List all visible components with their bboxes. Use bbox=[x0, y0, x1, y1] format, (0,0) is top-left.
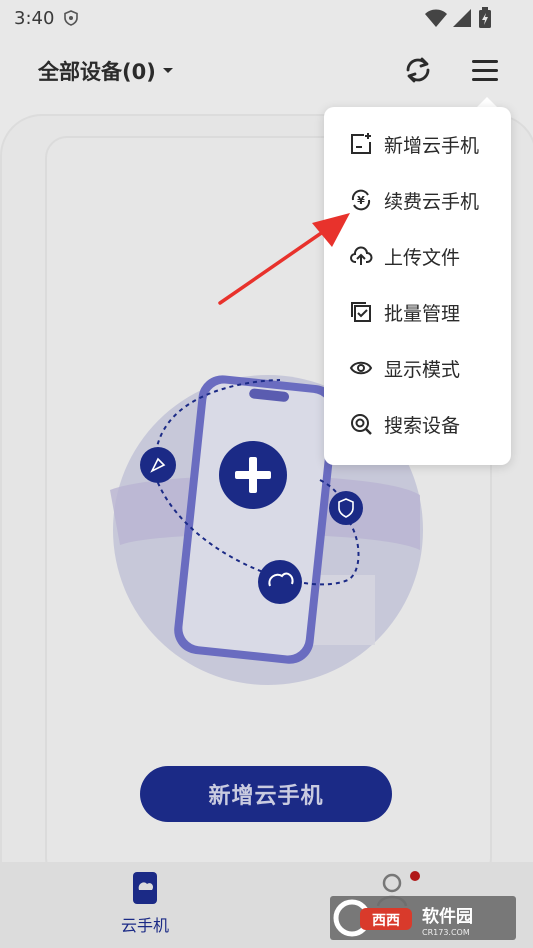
wifi-icon bbox=[425, 9, 447, 27]
caret-down-icon bbox=[162, 68, 173, 73]
signal-icon bbox=[453, 9, 471, 27]
eye-icon bbox=[348, 355, 374, 381]
battery-icon bbox=[479, 7, 491, 28]
refresh-icon[interactable] bbox=[402, 54, 434, 86]
menu-item-add-cloud-phone[interactable]: 新增云手机 bbox=[348, 126, 479, 162]
watermark-logo: 西西 软件园 CR173.COM bbox=[330, 896, 516, 940]
menu-item-upload-file[interactable]: 上传文件 bbox=[348, 238, 460, 274]
menu-item-batch-manage[interactable]: 批量管理 bbox=[348, 294, 460, 330]
annotation-arrow bbox=[218, 213, 350, 305]
nav-item-cloud-phone[interactable]: 云手机 bbox=[112, 870, 178, 936]
menu-item-search-device[interactable]: 搜索设备 bbox=[348, 406, 460, 442]
status-bar: 3:40 bbox=[0, 0, 533, 36]
notification-dot bbox=[410, 871, 420, 881]
add-cloud-phone-button[interactable]: 新增云手机 bbox=[140, 766, 392, 822]
shield-icon bbox=[64, 10, 78, 26]
nav-label-cloud-phone: 云手机 bbox=[120, 916, 169, 935]
page-title: 全部设备(0) bbox=[38, 60, 156, 84]
svg-text:CR173.COM: CR173.COM bbox=[422, 928, 470, 937]
device-filter-dropdown[interactable]: 全部设备(0) bbox=[38, 56, 174, 86]
svg-text:西西: 西西 bbox=[372, 913, 400, 929]
add-device-icon bbox=[348, 131, 374, 157]
hamburger-menu-icon[interactable] bbox=[470, 57, 500, 83]
status-time: 3:40 bbox=[14, 8, 55, 29]
cloud-phone-icon bbox=[133, 872, 157, 904]
menu-item-display-mode[interactable]: 显示模式 bbox=[348, 350, 460, 386]
svg-text:软件园: 软件园 bbox=[422, 906, 473, 927]
menu-item-renew-cloud-phone[interactable]: ¥ 续费云手机 bbox=[348, 182, 479, 218]
search-device-icon bbox=[348, 411, 374, 437]
